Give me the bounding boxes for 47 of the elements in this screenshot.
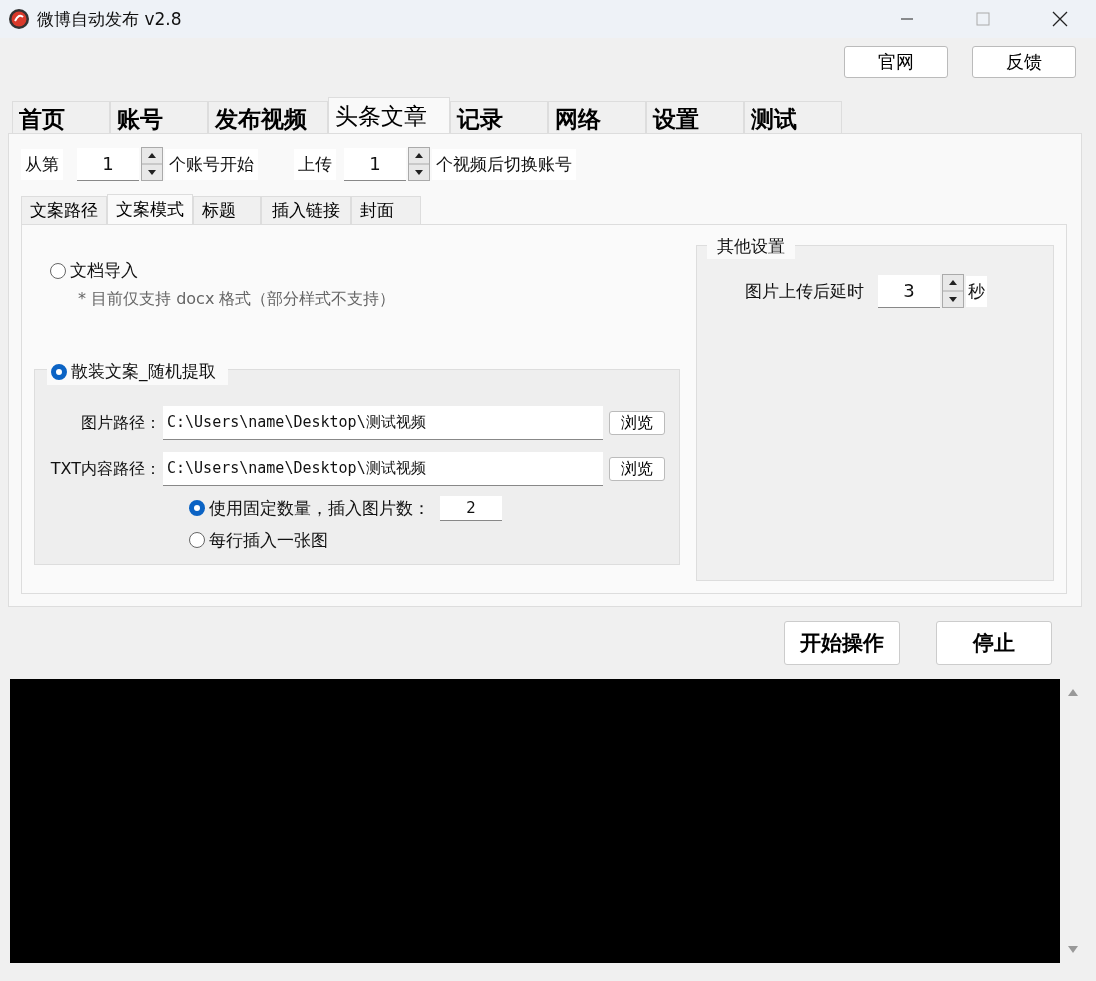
close-icon[interactable] (1052, 11, 1068, 27)
tab[interactable]: 头条文章 (328, 97, 450, 133)
radio-option[interactable]: 文档导入 (50, 259, 138, 282)
subtab[interactable]: 文案模式 (107, 194, 193, 224)
subtab[interactable]: 封面 (351, 196, 421, 224)
tab[interactable]: 网络 (548, 101, 646, 133)
path-field[interactable]: C:\Users\name\Desktop\测试视频 (163, 452, 603, 486)
browse-button[interactable]: 浏览 (609, 411, 665, 435)
tab[interactable]: 首页 (12, 101, 110, 133)
range-label: 个账号开始 (165, 148, 258, 180)
range-label: 从第 (21, 148, 63, 180)
header-button[interactable]: 反馈 (972, 46, 1076, 78)
radio-option[interactable]: 使用固定数量，插入图片数： (189, 496, 430, 520)
delay-label: 图片上传后延时 (744, 279, 865, 303)
start-field[interactable]: 1 (77, 147, 139, 181)
window-title: 微博自动发布 v2.8 (37, 7, 182, 31)
path-label: TXT内容路径： (49, 458, 161, 480)
subtab[interactable]: 插入链接 (261, 196, 351, 224)
upload-label: 上传 (294, 148, 336, 180)
spinner-icon[interactable] (942, 274, 964, 308)
spinner-icon[interactable] (408, 147, 430, 181)
format-note: * 目前仅支持 docx 格式（部分样式不支持） (77, 287, 397, 310)
tab[interactable]: 发布视频 (208, 101, 328, 133)
radio-icon[interactable] (50, 262, 66, 279)
radio-option[interactable]: 每行插入一张图 (189, 528, 328, 552)
app-logo-icon (8, 8, 30, 30)
radio-icon[interactable] (51, 363, 67, 380)
path-label: 图片路径： (80, 412, 161, 434)
subtab[interactable]: 文案路径 (21, 196, 107, 224)
radio-icon[interactable] (189, 500, 205, 516)
spinner-icon[interactable] (141, 147, 163, 181)
delay-field[interactable]: 3 (878, 274, 940, 308)
action-button[interactable]: 开始操作 (784, 621, 900, 665)
count-field[interactable]: 1 (344, 147, 406, 181)
subtab[interactable]: 标题 (193, 196, 261, 224)
unit-label: 秒 (966, 275, 987, 307)
image-count-field[interactable]: 2 (440, 495, 502, 521)
tab[interactable]: 账号 (110, 101, 208, 133)
browse-button[interactable]: 浏览 (609, 457, 665, 481)
tab[interactable]: 测试 (744, 101, 842, 133)
radio-icon[interactable] (189, 532, 205, 548)
header-button[interactable]: 官网 (844, 46, 948, 78)
range-label: 个视频后切换账号 (432, 148, 576, 180)
path-field[interactable]: C:\Users\name\Desktop\测试视频 (163, 406, 603, 440)
tab[interactable]: 设置 (646, 101, 744, 133)
tab[interactable]: 记录 (450, 101, 548, 133)
action-button[interactable]: 停止 (936, 621, 1052, 665)
